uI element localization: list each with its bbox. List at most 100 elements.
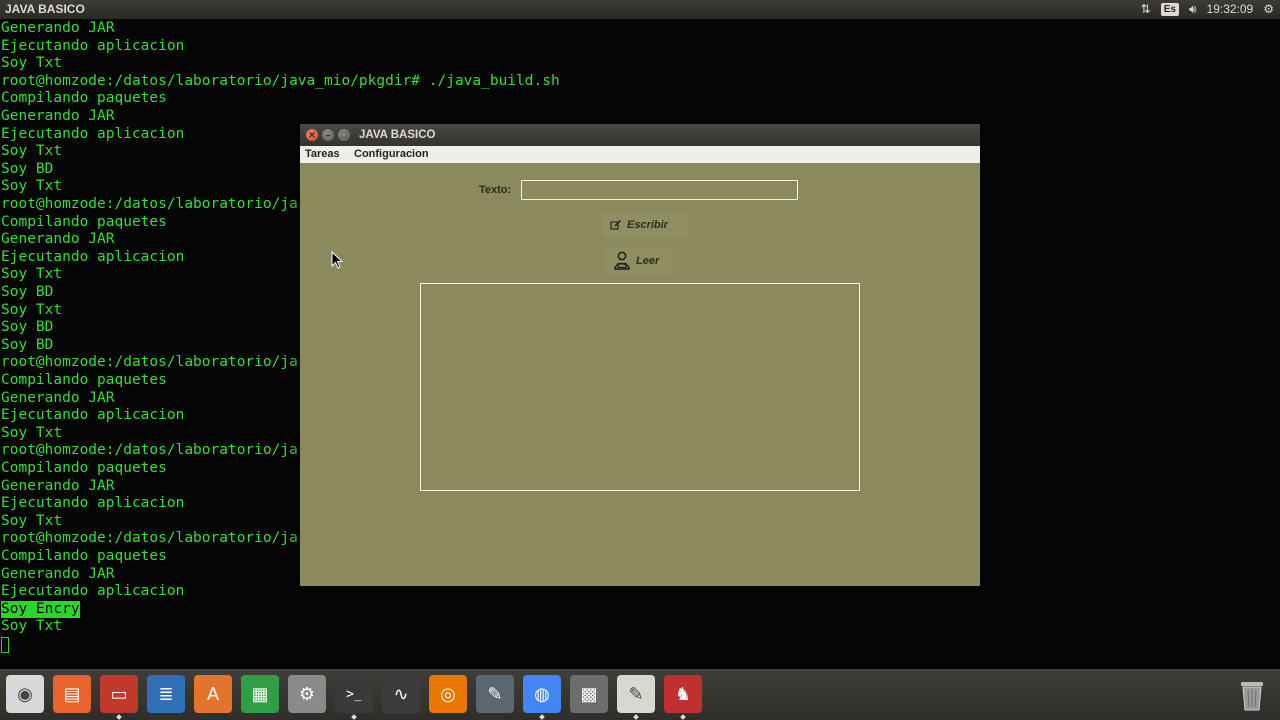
terminal-line: Soy Txt	[1, 512, 63, 529]
volume-icon[interactable]: 🔊︎	[1189, 0, 1197, 19]
terminal-line: Generando JAR	[1, 108, 115, 124]
system-settings-icon: ⚙	[298, 683, 316, 704]
terminal-icon: >_	[346, 686, 362, 702]
close-icon: ✕	[308, 130, 316, 140]
minimize-button[interactable]: –	[322, 129, 334, 141]
terminal-line: Soy BD	[1, 160, 54, 177]
terminal-cursor	[1, 637, 9, 653]
menu-bar: Tareas Configuracion	[300, 146, 980, 163]
terminal-line: Ejecutando aplicacion	[1, 495, 185, 512]
graphics-pen-icon: ✎	[487, 683, 503, 704]
terminal-line: Generando JAR	[1, 20, 115, 36]
output-text-area[interactable]	[420, 283, 860, 491]
main-panel: Texto: Escribir Leer	[300, 163, 980, 586]
terminal-line: Soy Txt	[1, 143, 63, 160]
running-indicator	[116, 714, 122, 720]
running-indicator	[539, 714, 545, 720]
terminal-line: Soy Txt	[1, 266, 63, 283]
gear-icon[interactable]: ⚙︎	[1263, 0, 1274, 19]
trash-button[interactable]	[1232, 674, 1272, 714]
dock-item-files[interactable]: ▭	[100, 675, 138, 720]
dock-item-calc[interactable]: ▦	[241, 675, 279, 713]
terminal-line: Ejecutando aplicacion	[1, 248, 185, 265]
system-monitor-icon: ∿	[393, 683, 409, 704]
maximize-button[interactable]: □	[338, 129, 350, 141]
running-indicator	[633, 714, 639, 720]
calculator-icon: ▩	[580, 683, 598, 704]
dock-item-writer[interactable]: ≣	[147, 675, 185, 713]
dock-item-presentation[interactable]: ▤	[53, 675, 91, 713]
file-cabinet-icon: ▭	[110, 683, 128, 704]
active-window-title: JAVA BASICO	[5, 2, 85, 16]
writer-document-icon: ≣	[158, 683, 174, 704]
dock-item-calculator[interactable]: ▩	[570, 675, 608, 713]
maximize-icon: □	[341, 130, 347, 140]
menu-configuracion[interactable]: Configuracion	[354, 146, 429, 163]
terminal-line: Compilando paquetes	[1, 90, 167, 107]
dock-item-text-editor[interactable]: ✎	[617, 675, 655, 720]
terminal-line: Generando JAR	[1, 231, 115, 248]
trash-icon	[1241, 682, 1263, 711]
dock-item-settings[interactable]: ⚙	[288, 675, 326, 713]
dock-item-graphics-tool[interactable]: ✎	[476, 675, 514, 713]
network-updown-icon[interactable]: ⇅	[1141, 0, 1151, 19]
text-editor-icon: ✎	[628, 683, 644, 704]
texto-input[interactable]	[521, 180, 798, 200]
system-tray: ⇅ Es 🔊︎ 19:32:09 ⚙︎	[1141, 0, 1274, 19]
reader-person-icon	[614, 251, 630, 270]
java-duke-icon: ♞	[674, 683, 692, 704]
terminal-line: Soy Txt	[1, 301, 63, 318]
terminal-line: root@homzode:/datos/laboratorio/ja	[1, 530, 298, 547]
dock-item-java[interactable]: ♞	[664, 675, 702, 720]
terminal-line: Soy Txt	[1, 178, 63, 195]
running-indicator	[351, 714, 357, 720]
terminal-line: root@homzode:/datos/laboratorio/ja	[1, 196, 298, 212]
escribir-label: Escribir	[627, 219, 668, 231]
keyboard-layout-indicator[interactable]: Es	[1160, 3, 1179, 16]
close-button[interactable]: ✕	[306, 129, 318, 141]
terminal-line: Ejecutando aplicacion	[1, 583, 185, 600]
dock-item-chrome[interactable]: ◍	[523, 675, 561, 720]
terminal-line: root@homzode:/datos/laboratorio/ja	[1, 354, 298, 371]
dock-item-terminal[interactable]: >_	[335, 675, 373, 720]
terminal-line: Compilando paquetes	[1, 213, 167, 230]
terminal-line: Compilando paquetes	[1, 548, 167, 564]
launcher-dock: ◉ ▤ ▭ ≣ A ▦ ⚙ >_ ∿ ◎ ✎ ◍ ▩ ✎ ♞	[0, 669, 1280, 720]
terminal-line: Compilando paquetes	[1, 460, 167, 476]
software-center-icon: A	[206, 683, 219, 704]
terminal-line: Ejecutando aplicacion	[1, 37, 185, 54]
terminal-line: Compilando paquetes	[1, 372, 167, 388]
menu-tareas[interactable]: Tareas	[305, 146, 340, 163]
terminal-line: root@homzode:/datos/laboratorio/ja	[1, 442, 298, 459]
chrome-icon: ◍	[534, 683, 550, 704]
terminal-line: Soy Txt	[1, 424, 63, 441]
blender-icon: ◎	[440, 683, 456, 704]
terminal-line: Generando JAR	[1, 477, 115, 494]
terminal-line: Soy Txt	[1, 55, 63, 72]
top-panel: JAVA BASICO ⇅ Es 🔊︎ 19:32:09 ⚙︎	[0, 0, 1280, 19]
terminal-line: Ejecutando aplicacion	[1, 407, 185, 424]
edit-icon	[610, 219, 622, 230]
terminal-line: Soy BD	[1, 284, 54, 300]
dock-item-system-monitor[interactable]: ∿	[382, 675, 420, 713]
escribir-button[interactable]: Escribir	[602, 212, 688, 238]
terminal-line: Soy Txt	[1, 618, 63, 635]
texto-label: Texto:	[479, 184, 512, 196]
presentation-icon: ▤	[63, 683, 81, 704]
terminal-line: Soy BD	[1, 336, 54, 353]
spreadsheet-icon: ▦	[251, 683, 269, 704]
dock-item-blender[interactable]: ◎	[429, 675, 467, 713]
dock-item-software-center[interactable]: A	[194, 675, 232, 713]
terminal-line: root@homzode:/datos/laboratorio/java_mio…	[1, 72, 560, 89]
terminal-line: Generando JAR	[1, 565, 115, 582]
java-basico-window: ✕ – □ JAVA BASICO Tareas Configuracion T…	[300, 124, 980, 586]
terminal-line: Generando JAR	[1, 389, 115, 406]
dash-button[interactable]: ◉	[6, 675, 44, 713]
terminal-line: Soy BD	[1, 319, 54, 336]
clock[interactable]: 19:32:09	[1207, 0, 1254, 19]
terminal-line: Ejecutando aplicacion	[1, 125, 185, 142]
leer-button[interactable]: Leer	[605, 248, 673, 274]
window-title: JAVA BASICO	[359, 129, 436, 141]
ubuntu-logo-icon: ◉	[17, 683, 33, 704]
window-titlebar[interactable]: ✕ – □ JAVA BASICO	[300, 124, 980, 146]
